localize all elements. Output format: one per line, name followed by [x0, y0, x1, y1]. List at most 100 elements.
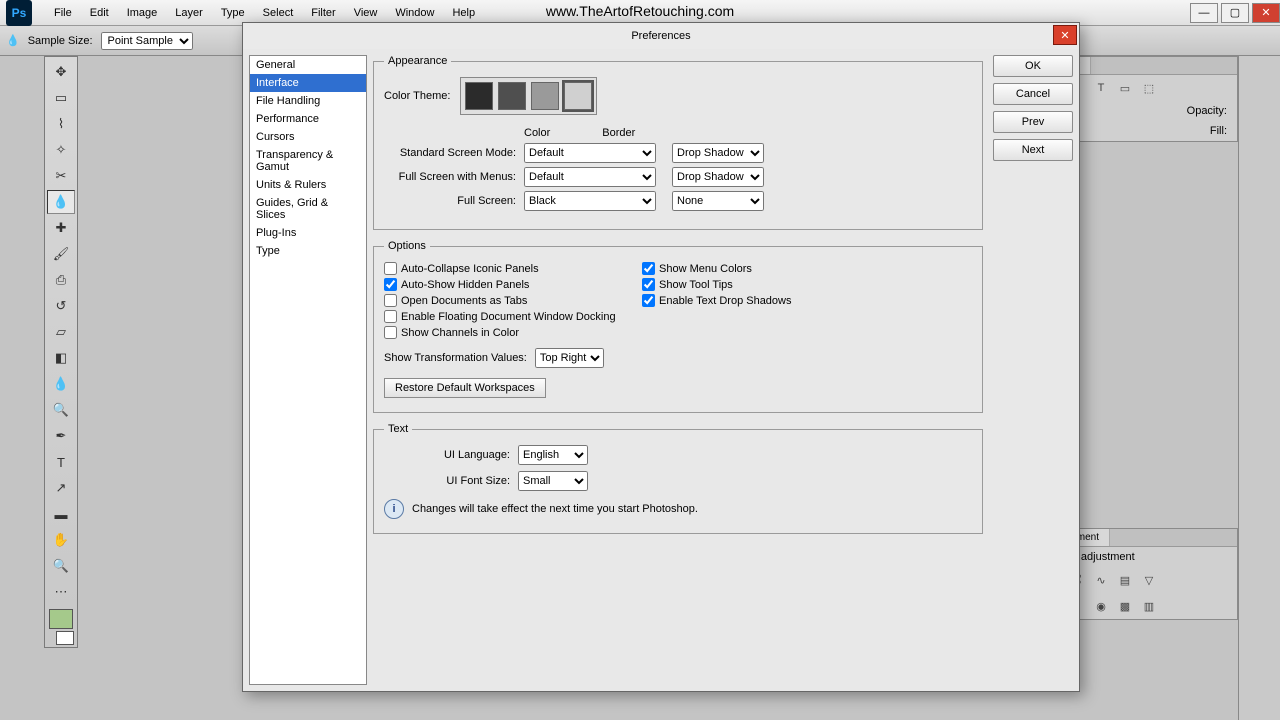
- menu-filter[interactable]: Filter: [303, 3, 343, 23]
- border-select[interactable]: Drop Shadow: [672, 143, 764, 163]
- lookup-icon[interactable]: ▥: [1139, 597, 1159, 615]
- edit-toolbar[interactable]: ⋯: [47, 580, 75, 604]
- theme-swatch-1[interactable]: [498, 82, 526, 110]
- history-brush-tool[interactable]: ↺: [47, 294, 75, 318]
- close-button[interactable]: ✕: [1252, 3, 1280, 23]
- dialog-close-button[interactable]: ✕: [1053, 25, 1077, 45]
- category-transparency-gamut[interactable]: Transparency & Gamut: [250, 146, 366, 176]
- menu-view[interactable]: View: [346, 3, 386, 23]
- gradient-tool[interactable]: ◧: [47, 346, 75, 370]
- ui-language-label: UI Language:: [384, 449, 510, 461]
- checkbox-label: Show Channels in Color: [401, 327, 519, 339]
- info-text: Changes will take effect the next time y…: [412, 503, 698, 515]
- menu-type[interactable]: Type: [213, 3, 253, 23]
- category-file-handling[interactable]: File Handling: [250, 92, 366, 110]
- wand-tool[interactable]: ✧: [47, 138, 75, 162]
- category-guides-grid-slices[interactable]: Guides, Grid & Slices: [250, 194, 366, 224]
- blur-tool[interactable]: 💧: [47, 372, 75, 396]
- vibrance-icon[interactable]: ▽: [1139, 571, 1159, 589]
- dodge-tool[interactable]: 🔍: [47, 398, 75, 422]
- foreground-swatch[interactable]: [49, 609, 73, 629]
- collapsed-panel-dock: [1238, 56, 1280, 720]
- fill-label: Fill:: [1210, 125, 1227, 137]
- category-performance[interactable]: Performance: [250, 110, 366, 128]
- category-cursors[interactable]: Cursors: [250, 128, 366, 146]
- border-select[interactable]: Drop Shadow: [672, 167, 764, 187]
- panel-icon[interactable]: ⬚: [1139, 79, 1159, 97]
- menu-window[interactable]: Window: [387, 3, 442, 23]
- dialog-title: Preferences ✕: [243, 23, 1079, 49]
- brush-tool[interactable]: 🖌: [47, 242, 75, 266]
- curves-icon[interactable]: ∿: [1091, 571, 1111, 589]
- eyedropper-icon: 💧: [6, 34, 20, 47]
- type-tool[interactable]: T: [47, 450, 75, 474]
- healing-tool[interactable]: ✚: [47, 216, 75, 240]
- theme-swatch-0[interactable]: [465, 82, 493, 110]
- theme-swatch-2[interactable]: [531, 82, 559, 110]
- dialog-title-text: Preferences: [631, 30, 690, 42]
- ui-language-select[interactable]: English: [518, 445, 588, 465]
- category-general[interactable]: General: [250, 56, 366, 74]
- category-interface[interactable]: Interface: [250, 74, 366, 92]
- screen-mode-label: Full Screen:: [384, 195, 516, 207]
- category-plug-ins[interactable]: Plug-Ins: [250, 224, 366, 242]
- checkbox[interactable]: [642, 294, 655, 307]
- cancel-button[interactable]: Cancel: [993, 83, 1073, 105]
- checkbox-label: Show Menu Colors: [659, 263, 752, 275]
- menu-edit[interactable]: Edit: [82, 3, 117, 23]
- checkbox[interactable]: [384, 326, 397, 339]
- checkbox[interactable]: [642, 262, 655, 275]
- transform-values-select[interactable]: Top Right: [535, 348, 604, 368]
- lasso-tool[interactable]: ⌇: [47, 112, 75, 136]
- crop-tool[interactable]: ✂: [47, 164, 75, 188]
- prev-button[interactable]: Prev: [993, 111, 1073, 133]
- toolbox: ✥ ▭ ⌇ ✧ ✂ 💧 ✚ 🖌 ⎙ ↺ ▱ ◧ 💧 🔍 ✒ T ↗ ▬ ✋ 🔍 …: [44, 56, 78, 648]
- maximize-button[interactable]: ▢: [1221, 3, 1249, 23]
- marquee-tool[interactable]: ▭: [47, 86, 75, 110]
- next-button[interactable]: Next: [993, 139, 1073, 161]
- panel-icon[interactable]: ▭: [1115, 79, 1135, 97]
- category-type[interactable]: Type: [250, 242, 366, 260]
- stamp-tool[interactable]: ⎙: [47, 268, 75, 292]
- minimize-button[interactable]: —: [1190, 3, 1218, 23]
- ui-font-size-label: UI Font Size:: [384, 475, 510, 487]
- hand-tool[interactable]: ✋: [47, 528, 75, 552]
- eyedropper-tool[interactable]: 💧: [47, 190, 75, 214]
- checkbox[interactable]: [384, 278, 397, 291]
- restore-workspaces-button[interactable]: Restore Default Workspaces: [384, 378, 546, 398]
- background-swatch[interactable]: [56, 631, 74, 645]
- path-tool[interactable]: ↗: [47, 476, 75, 500]
- zoom-tool[interactable]: 🔍: [47, 554, 75, 578]
- color-select[interactable]: Default: [524, 167, 656, 187]
- mixer-icon[interactable]: ▩: [1115, 597, 1135, 615]
- eraser-tool[interactable]: ▱: [47, 320, 75, 344]
- color-select[interactable]: Black: [524, 191, 656, 211]
- preferences-dialog: Preferences ✕ GeneralInterfaceFile Handl…: [242, 22, 1080, 692]
- border-select[interactable]: None: [672, 191, 764, 211]
- ui-font-size-select[interactable]: Small: [518, 471, 588, 491]
- overlay-url: www.TheArtofRetouching.com: [546, 3, 734, 19]
- checkbox-label: Show Tool Tips: [659, 279, 733, 291]
- menu-image[interactable]: Image: [119, 3, 166, 23]
- checkbox[interactable]: [384, 262, 397, 275]
- category-units-rulers[interactable]: Units & Rulers: [250, 176, 366, 194]
- menu-layer[interactable]: Layer: [167, 3, 211, 23]
- exposure-icon[interactable]: ▤: [1115, 571, 1135, 589]
- checkbox[interactable]: [384, 310, 397, 323]
- pen-tool[interactable]: ✒: [47, 424, 75, 448]
- theme-swatch-3[interactable]: [564, 82, 592, 110]
- move-tool[interactable]: ✥: [47, 60, 75, 84]
- panel-icon[interactable]: T: [1091, 79, 1111, 97]
- checkbox[interactable]: [642, 278, 655, 291]
- menu-select[interactable]: Select: [255, 3, 302, 23]
- checkbox[interactable]: [384, 294, 397, 307]
- color-select[interactable]: Default: [524, 143, 656, 163]
- window-controls: — ▢ ✕: [1187, 3, 1280, 23]
- ok-button[interactable]: OK: [993, 55, 1073, 77]
- shape-tool[interactable]: ▬: [47, 502, 75, 526]
- menu-help[interactable]: Help: [444, 3, 483, 23]
- menu-file[interactable]: File: [46, 3, 80, 23]
- appearance-legend: Appearance: [384, 55, 451, 67]
- sample-size-select[interactable]: Point Sample: [101, 32, 193, 50]
- photo-filter-icon[interactable]: ◉: [1091, 597, 1111, 615]
